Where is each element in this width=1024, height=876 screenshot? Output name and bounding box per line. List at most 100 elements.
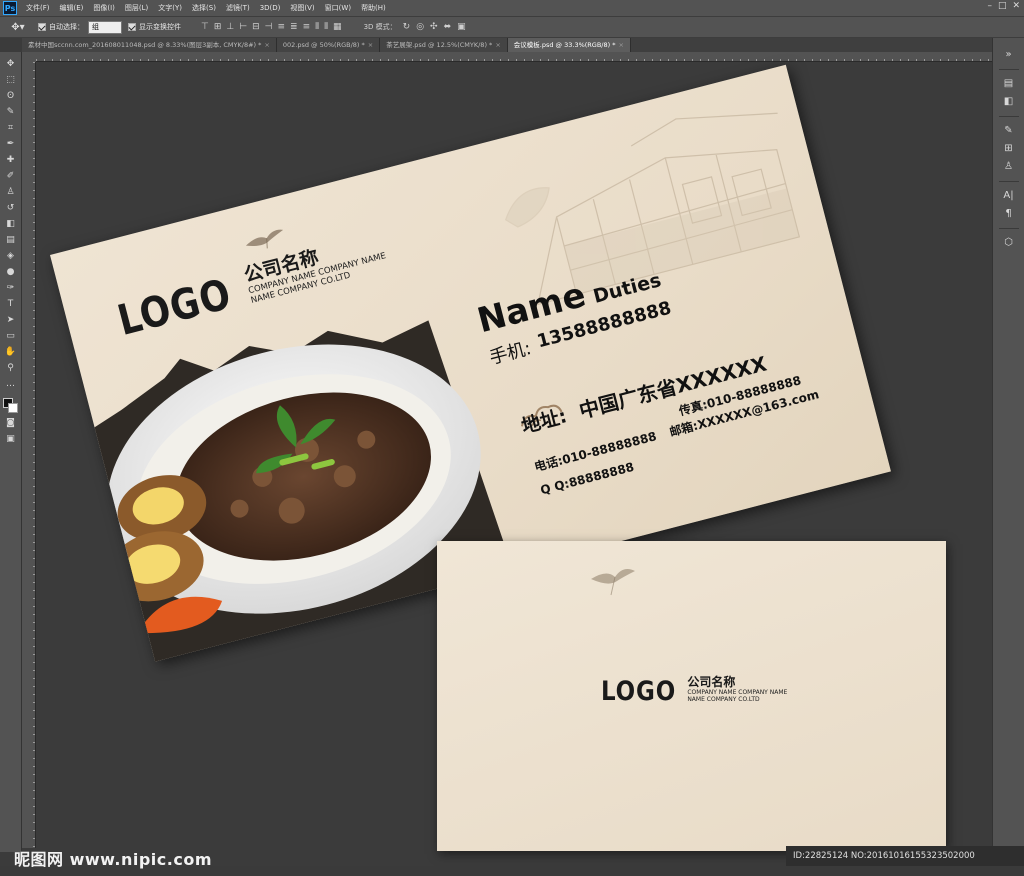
document-tabs: 素材中国sccnn.com_201608011048.psd @ 8.33%(图… — [22, 38, 992, 52]
distribute-center-icon[interactable]: ≣ — [290, 22, 298, 32]
zoom-tool-icon[interactable]: ⚲ — [4, 362, 18, 375]
auto-select-dropdown[interactable]: 组 — [88, 20, 122, 34]
tab-close-icon[interactable]: × — [495, 41, 500, 49]
crane-ornament-icon — [245, 229, 284, 249]
clone-source-icon[interactable]: ♙ — [1001, 160, 1017, 174]
marquee-tool-icon[interactable]: ⬚ — [4, 74, 18, 87]
color-swatches[interactable] — [2, 398, 19, 414]
eyedropper-tool-icon[interactable]: ✒ — [4, 138, 18, 151]
brush-presets-icon[interactable]: ⊞ — [1001, 142, 1017, 156]
window-controls: – □ ✕ — [987, 1, 1020, 11]
3d-scale-icon[interactable]: ▣ — [457, 22, 466, 32]
distribute-bottom-icon[interactable]: ≡ — [303, 22, 311, 32]
align-bottom-icon[interactable]: ⊥ — [226, 22, 234, 32]
tab-close-icon[interactable]: × — [368, 41, 373, 49]
menu-window[interactable]: 窗口(W) — [320, 0, 356, 16]
auto-align-icon[interactable]: ▦ — [333, 22, 342, 32]
options-bar: ✥▾ 自动选择： 组 显示变换控件 ⊤ ⊞ ⊥ ⊢ ⊟ ⊣ ≡ ≣ ≡ ⦀ ⦀ … — [0, 16, 1024, 38]
eraser-tool-icon[interactable]: ◧ — [4, 218, 18, 231]
history-brush-icon[interactable]: ↺ — [4, 202, 18, 215]
align-left-icon[interactable]: ⊢ — [239, 22, 247, 32]
tab-document-4[interactable]: 会议模板.psd @ 33.3%(RGB/8) * × — [507, 38, 631, 52]
distribute-hcenter-icon[interactable]: ⦀ — [324, 22, 328, 32]
photoshop-logo-icon[interactable]: Ps — [3, 1, 17, 15]
horizontal-ruler[interactable] — [36, 52, 992, 62]
tab-document-3[interactable]: 茶艺展架.psd @ 12.5%(CMYK/8) * × — [380, 38, 508, 52]
dodge-tool-icon[interactable]: ● — [4, 266, 18, 279]
path-select-icon[interactable]: ➤ — [4, 314, 18, 327]
character-panel-icon[interactable]: A| — [1001, 189, 1017, 203]
menu-3d[interactable]: 3D(D) — [255, 0, 286, 16]
shape-tool-icon[interactable]: ▭ — [4, 330, 18, 343]
distribute-left-icon[interactable]: ⦀ — [315, 22, 319, 32]
tab-document-2[interactable]: 002.psd @ 50%(RGB/8) * × — [276, 38, 381, 52]
history-panel-icon[interactable]: ▤ — [1001, 77, 1017, 91]
screen-mode-icon[interactable]: ▣ — [4, 433, 18, 446]
menu-file[interactable]: 文件(F) — [21, 0, 55, 16]
pen-tool-icon[interactable]: ✑ — [4, 282, 18, 295]
panel-separator — [998, 228, 1019, 229]
crop-tool-icon[interactable]: ⌗ — [4, 122, 18, 135]
show-transform-checkbox[interactable] — [128, 23, 136, 31]
more-tools-icon[interactable]: … — [4, 378, 18, 391]
logo-text: LOGO — [112, 268, 237, 346]
menu-select[interactable]: 选择(S) — [187, 0, 221, 16]
tab-document-1[interactable]: 素材中国sccnn.com_201608011048.psd @ 8.33%(图… — [22, 38, 277, 52]
mobile-label: 手机: — [487, 337, 534, 369]
menu-view[interactable]: 视图(V) — [285, 0, 319, 16]
brush-panel-icon[interactable]: ✎ — [1001, 124, 1017, 138]
menu-filter[interactable]: 滤镜(T) — [221, 0, 255, 16]
menu-image[interactable]: 图像(I) — [88, 0, 120, 16]
3d-pan-icon[interactable]: ✣ — [430, 22, 438, 32]
distribute-top-icon[interactable]: ≡ — [277, 22, 285, 32]
3d-roll-icon[interactable]: ◎ — [416, 22, 424, 32]
ruler-corner[interactable] — [22, 52, 36, 62]
3d-rotate-icon[interactable]: ↻ — [403, 22, 411, 32]
menu-edit[interactable]: 编辑(E) — [55, 0, 89, 16]
lasso-tool-icon[interactable]: ʘ — [4, 90, 18, 103]
align-right-icon[interactable]: ⊣ — [265, 22, 273, 32]
hand-tool-icon[interactable]: ✋ — [4, 346, 18, 359]
move-tool-icon[interactable]: ✥ — [4, 58, 18, 71]
back-logo-block: LOGO 公司名称 COMPANY NAME COMPANY NAME NAME… — [601, 675, 787, 705]
maximize-icon[interactable]: □ — [998, 1, 1007, 11]
3d-mode-label: 3D 模式： — [363, 23, 397, 31]
gradient-tool-icon[interactable]: ▤ — [4, 234, 18, 247]
panel-separator — [998, 181, 1019, 182]
tab-close-icon[interactable]: × — [618, 41, 623, 49]
blur-tool-icon[interactable]: ◈ — [4, 250, 18, 263]
tab-close-icon[interactable]: × — [264, 41, 269, 49]
menu-layer[interactable]: 图层(L) — [120, 0, 153, 16]
quick-select-tool-icon[interactable]: ✎ — [4, 106, 18, 119]
3d-slide-icon[interactable]: ⬌ — [444, 22, 452, 32]
panel-separator — [998, 69, 1019, 70]
3d-panel-icon[interactable]: ⬡ — [1001, 236, 1017, 250]
healing-brush-icon[interactable]: ✚ — [4, 154, 18, 167]
align-hcenter-icon[interactable]: ⊟ — [252, 22, 260, 32]
vertical-ruler[interactable] — [22, 62, 36, 848]
company-name-en-1: COMPANY NAME COMPANY NAME — [687, 689, 788, 696]
type-tool-icon[interactable]: T — [4, 298, 18, 311]
background-color-swatch[interactable] — [7, 403, 18, 413]
properties-panel-icon[interactable]: ◧ — [1001, 95, 1017, 109]
menu-type[interactable]: 文字(Y) — [153, 0, 187, 16]
quick-mask-icon[interactable]: ◙ — [4, 417, 18, 430]
panel-collapse-icon[interactable]: » — [1001, 48, 1017, 62]
align-vcenter-icon[interactable]: ⊞ — [214, 22, 222, 32]
auto-select-checkbox[interactable] — [38, 23, 46, 31]
tab-label: 002.psd @ 50%(RGB/8) * — [282, 41, 365, 49]
3d-mode-group: 3D 模式： ↻ ◎ ✣ ⬌ ▣ — [364, 22, 466, 32]
clone-stamp-icon[interactable]: ♙ — [4, 186, 18, 199]
menu-help[interactable]: 帮助(H) — [356, 0, 391, 16]
paragraph-panel-icon[interactable]: ¶ — [1001, 207, 1017, 221]
minimize-icon[interactable]: – — [987, 1, 992, 11]
image-id-text: ID:22825124 NO:20161016155323502000 — [786, 846, 1024, 866]
move-tool-preset-icon[interactable]: ✥▾ — [4, 19, 32, 35]
show-transform-label: 显示变换控件 — [139, 23, 181, 31]
brush-tool-icon[interactable]: ✐ — [4, 170, 18, 183]
tab-label: 会议模板.psd @ 33.3%(RGB/8) * — [513, 41, 616, 49]
company-name-cn: 公司名称 — [687, 675, 736, 689]
align-top-icon[interactable]: ⊤ — [201, 22, 209, 32]
close-icon[interactable]: ✕ — [1012, 1, 1020, 11]
watermark-text: 昵图网 www.nipic.com — [14, 850, 212, 869]
